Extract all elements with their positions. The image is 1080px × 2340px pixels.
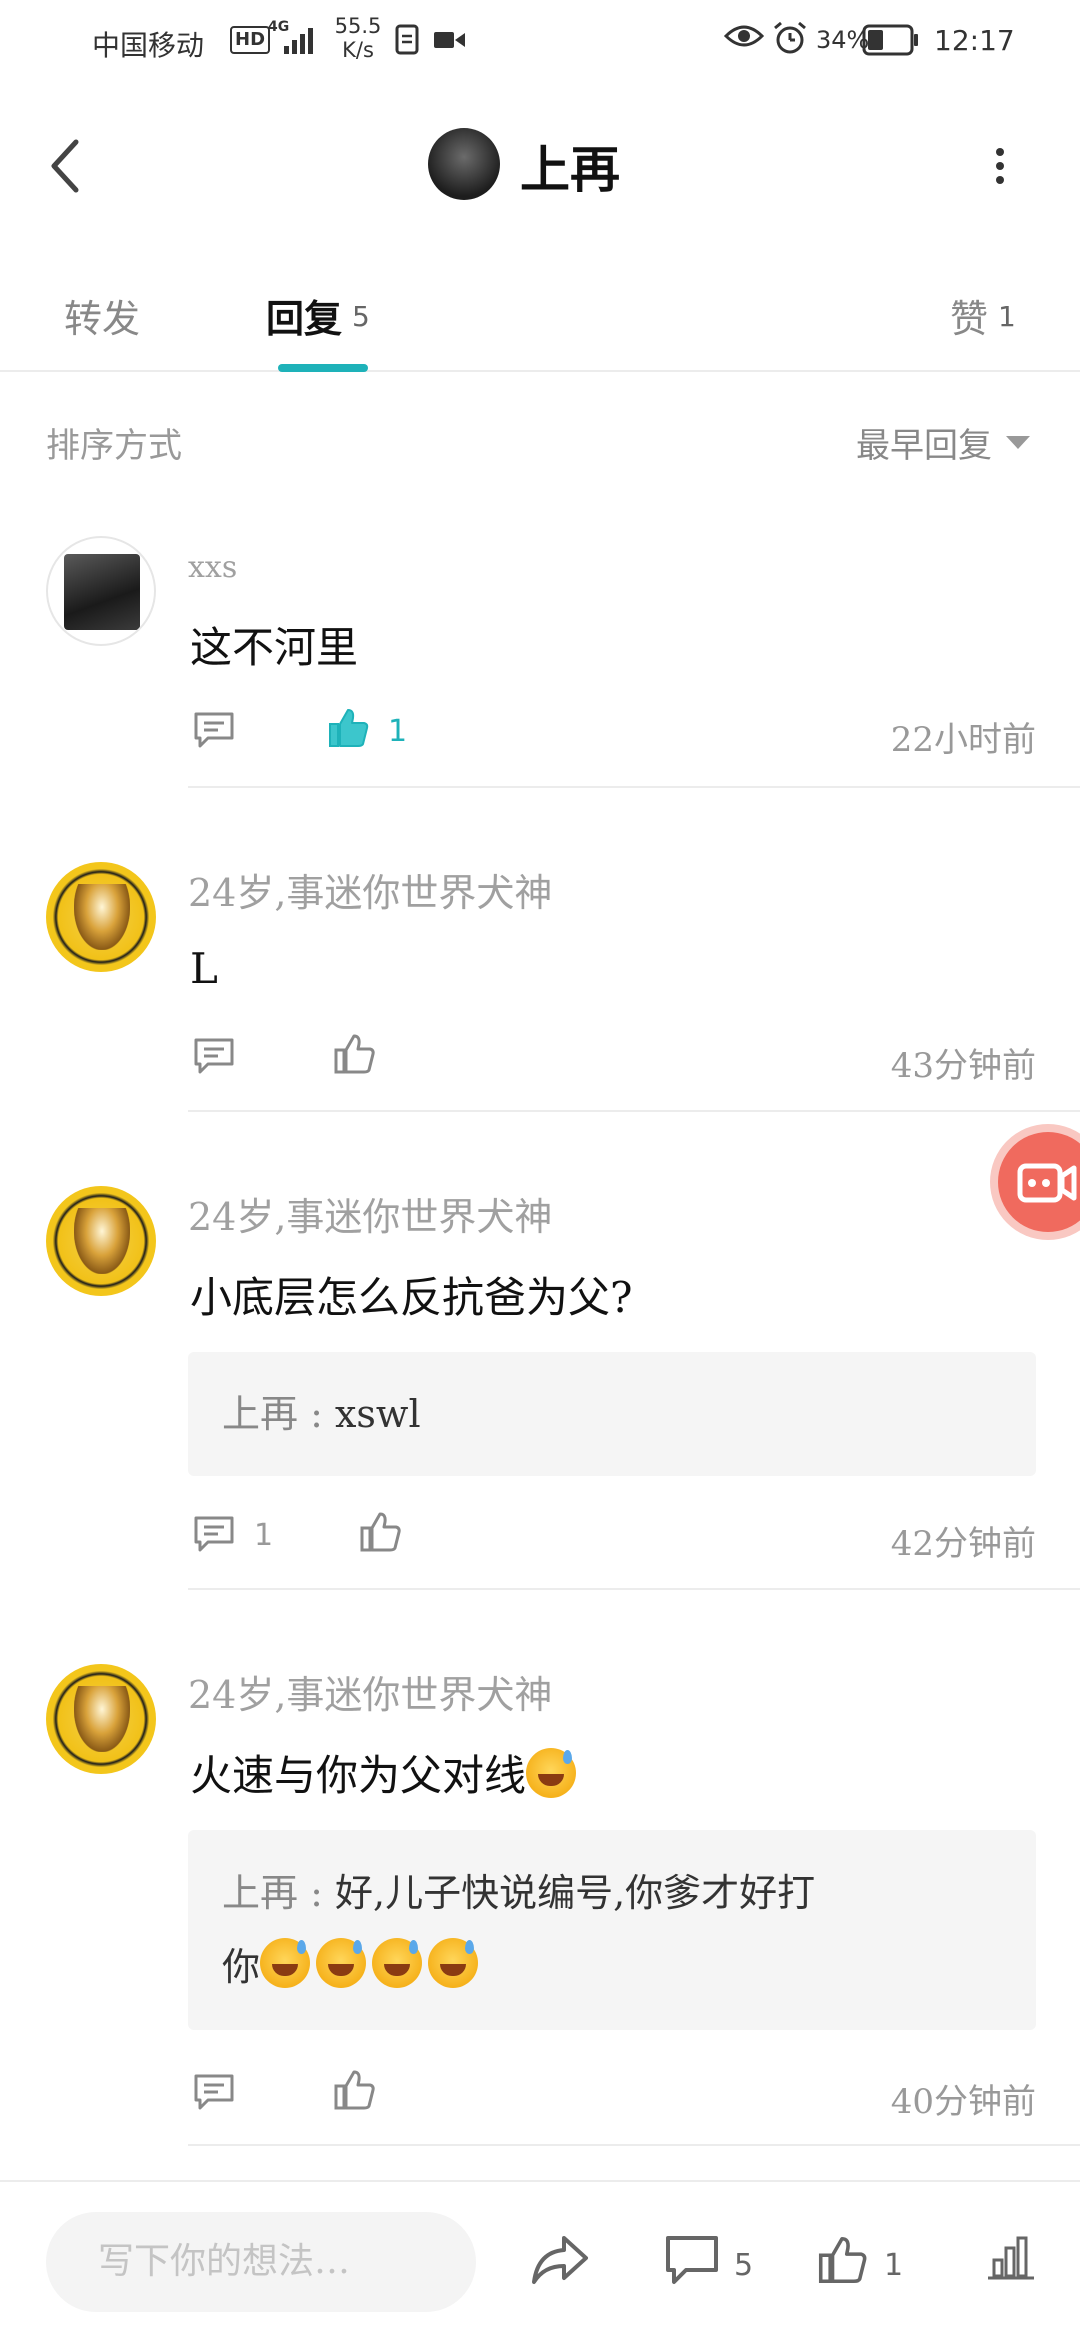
video-camera-icon xyxy=(434,32,465,48)
speed-value: 55.5 xyxy=(334,14,382,38)
battery-icon xyxy=(862,24,918,56)
comment-text: 小底层怎么反抗爸为父? xyxy=(190,1273,633,1322)
status-bar: 中国移动 HD 4G 55.5 K/s 34% 12:17 xyxy=(0,0,1080,84)
like-count: 1 xyxy=(884,2248,904,2283)
avatar[interactable] xyxy=(46,1186,156,1296)
reply-icon[interactable] xyxy=(192,2072,236,2112)
tab-replies[interactable]: 回复 5 xyxy=(266,288,370,343)
comment-time: 22小时前 xyxy=(890,720,1036,760)
comment-time: 42分钟前 xyxy=(890,1524,1036,1564)
quote-text-line1: 好,儿子快说编号,你爹才好打 xyxy=(334,1871,816,1915)
sweat-smile-emoji-icon xyxy=(260,1938,311,1988)
hd-badge: HD xyxy=(230,26,271,54)
quote-text: xswl xyxy=(334,1392,421,1436)
thumbs-up-icon[interactable] xyxy=(816,2234,868,2286)
signal-icon xyxy=(284,28,313,54)
comment-author[interactable]: 24岁,事迷你世界犬神 xyxy=(188,862,552,917)
sort-selected-value: 最早回复 xyxy=(856,426,992,466)
comment-author[interactable]: xxs xyxy=(188,550,237,585)
comment-author[interactable]: 24岁,事迷你世界犬神 xyxy=(188,1186,552,1241)
reply-icon[interactable] xyxy=(192,1514,236,1554)
active-tab-indicator xyxy=(278,364,368,372)
stats-chart-icon[interactable] xyxy=(986,2234,1036,2282)
sweat-smile-emoji-icon xyxy=(372,1938,423,1988)
quote-separator: : xyxy=(298,1871,335,1915)
quote-author[interactable]: 上再 xyxy=(222,1392,298,1436)
comment-actions: 1 42分钟前 xyxy=(188,1508,1036,1568)
sort-label: 排序方式 xyxy=(46,426,182,466)
tab-bar: 转发 回复 5 赞1 xyxy=(0,268,1080,372)
record-floating-button[interactable] xyxy=(998,1132,1080,1232)
carrier-label: 中国移动 xyxy=(92,29,205,62)
app-header: 上再 xyxy=(0,100,1080,230)
clock: 12:17 xyxy=(934,24,1015,57)
thumbs-up-icon[interactable] xyxy=(332,2068,376,2112)
tab-label: 赞 xyxy=(950,297,989,341)
camera-record-icon xyxy=(1017,1163,1077,1203)
tab-likes[interactable]: 赞1 xyxy=(950,288,1016,343)
comment-input[interactable]: 写下你的想法… xyxy=(46,2212,476,2312)
comment-text-content: 火速与你为父对线 xyxy=(190,1751,527,1800)
comment-count: 5 xyxy=(734,2248,754,2283)
comment-time: 40分钟前 xyxy=(890,2082,1036,2122)
comment-actions: 1 22小时前 xyxy=(188,704,1036,764)
quoted-reply[interactable]: 上再 : xswl xyxy=(188,1352,1036,1476)
tab-label: 转发 xyxy=(64,297,141,341)
divider xyxy=(188,786,1080,788)
share-icon[interactable] xyxy=(530,2234,590,2286)
avatar[interactable] xyxy=(46,862,156,972)
reply-count: 1 xyxy=(254,1518,274,1553)
tab-repost[interactable]: 转发 xyxy=(64,288,140,343)
avatar[interactable] xyxy=(46,1664,156,1774)
more-options-icon[interactable] xyxy=(990,146,1010,186)
document-icon xyxy=(395,24,419,55)
sweat-smile-emoji-icon xyxy=(316,1938,367,1988)
comment-time: 43分钟前 xyxy=(890,1046,1036,1086)
network-speed: 55.5 K/s xyxy=(332,14,384,62)
comment-actions: 40分钟前 xyxy=(188,2066,1036,2126)
divider xyxy=(188,1588,1080,1590)
quote-text-line2: 你 xyxy=(222,1945,261,1989)
sort-dropdown[interactable]: 最早回复 xyxy=(856,418,1030,467)
author-avatar[interactable] xyxy=(428,128,500,200)
avatar[interactable] xyxy=(46,536,156,646)
tab-count: 5 xyxy=(352,300,370,333)
like-count: 1 xyxy=(388,714,408,749)
back-arrow-icon[interactable] xyxy=(44,136,88,196)
speed-unit: K/s xyxy=(342,38,374,62)
quote-separator: : xyxy=(298,1392,335,1436)
tab-count: 1 xyxy=(998,300,1016,333)
sweat-smile-emoji-icon xyxy=(526,1748,577,1798)
quoted-reply[interactable]: 上再 : 好,儿子快说编号,你爹才好打 你 xyxy=(188,1830,1036,2030)
alarm-icon xyxy=(774,21,806,54)
comment-icon[interactable] xyxy=(664,2234,720,2286)
dropdown-caret-icon xyxy=(1006,436,1030,449)
tab-label: 回复 xyxy=(266,297,343,341)
reply-icon[interactable] xyxy=(192,1036,236,1076)
comment-text: 火速与你为父对线 xyxy=(190,1742,582,1803)
comment-author[interactable]: 24岁,事迷你世界犬神 xyxy=(188,1664,552,1719)
comment-actions: 43分钟前 xyxy=(188,1030,1036,1090)
thumbs-up-filled-icon[interactable] xyxy=(326,706,370,750)
quote-author[interactable]: 上再 xyxy=(222,1871,298,1915)
bottom-action-bar: 写下你的想法… 5 1 xyxy=(0,2180,1080,2340)
sweat-smile-emoji-icon xyxy=(428,1938,479,1988)
thumbs-up-icon[interactable] xyxy=(358,1510,402,1554)
comment-text: L xyxy=(190,944,218,993)
divider xyxy=(188,2144,1080,2146)
comment-text: 这不河里 xyxy=(190,623,359,672)
eye-icon xyxy=(724,25,764,47)
reply-icon[interactable] xyxy=(192,710,236,750)
page-title: 上再 xyxy=(520,140,620,199)
divider xyxy=(188,1110,1080,1112)
thumbs-up-icon[interactable] xyxy=(332,1032,376,1076)
